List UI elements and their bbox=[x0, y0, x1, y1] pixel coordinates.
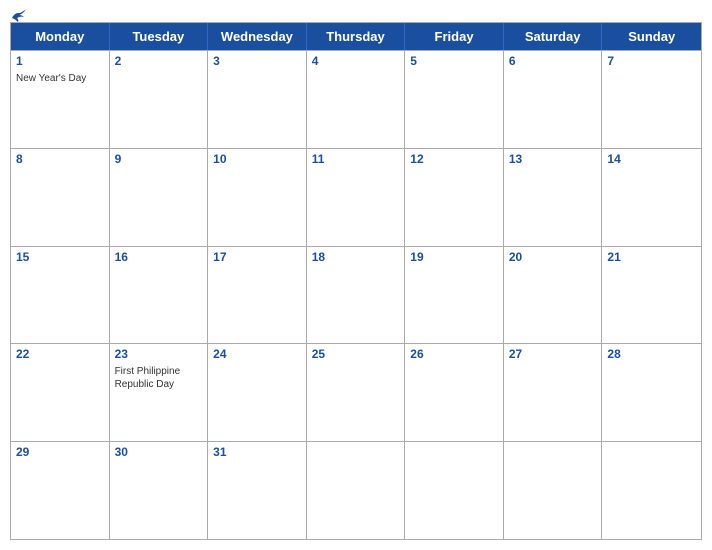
day-cell: 25 bbox=[307, 344, 406, 441]
day-header-thursday: Thursday bbox=[307, 23, 406, 50]
day-cell: 6 bbox=[504, 51, 603, 148]
day-cell bbox=[504, 442, 603, 539]
logo bbox=[10, 8, 30, 24]
week-row-2: 89 10 11 12 13 14 bbox=[11, 148, 701, 246]
day-headers-row: MondayTuesdayWednesdayThursdayFridaySatu… bbox=[11, 23, 701, 50]
day-cell: 23 First Philippine Republic Day bbox=[110, 344, 209, 441]
day-cell: 8 bbox=[11, 149, 110, 246]
day-cell: 5 bbox=[405, 51, 504, 148]
day-number: 29 bbox=[16, 445, 104, 461]
day-number: 9 bbox=[115, 152, 203, 168]
day-cell: 13 bbox=[504, 149, 603, 246]
week-row-3: 15 16 17 18 19 20 21 bbox=[11, 246, 701, 344]
day-cell: 12 bbox=[405, 149, 504, 246]
day-number: 19 bbox=[410, 250, 498, 266]
day-cell: 14 bbox=[602, 149, 701, 246]
day-number: 8 bbox=[16, 152, 104, 168]
week-row-4: 22 23 First Philippine Republic Day 24 25 26 2… bbox=[11, 343, 701, 441]
day-number: 1 bbox=[16, 54, 104, 70]
day-cell bbox=[307, 442, 406, 539]
day-cell bbox=[405, 442, 504, 539]
day-number: 30 bbox=[115, 445, 203, 461]
calendar-grid: MondayTuesdayWednesdayThursdayFridaySatu… bbox=[10, 22, 702, 540]
day-number: 16 bbox=[115, 250, 203, 266]
day-header-friday: Friday bbox=[405, 23, 504, 50]
day-number: 28 bbox=[607, 347, 696, 363]
day-number: 10 bbox=[213, 152, 301, 168]
day-number: 21 bbox=[607, 250, 696, 266]
day-cell: 9 bbox=[110, 149, 209, 246]
day-cell: 31 bbox=[208, 442, 307, 539]
day-cell: 27 bbox=[504, 344, 603, 441]
day-cell: 20 bbox=[504, 247, 603, 344]
day-number: 25 bbox=[312, 347, 400, 363]
day-cell: 7 bbox=[602, 51, 701, 148]
day-event: New Year's Day bbox=[16, 72, 104, 85]
day-cell: 30 bbox=[110, 442, 209, 539]
calendar-wrapper: MondayTuesdayWednesdayThursdayFridaySatu… bbox=[0, 0, 712, 550]
day-number: 4 bbox=[312, 54, 400, 70]
day-cell: 16 bbox=[110, 247, 209, 344]
day-cell: 4 bbox=[307, 51, 406, 148]
day-number: 3 bbox=[213, 54, 301, 70]
day-cell: 28 bbox=[602, 344, 701, 441]
logo-blue-container bbox=[10, 8, 30, 24]
day-number: 2 bbox=[115, 54, 203, 70]
day-cell: 2 bbox=[110, 51, 209, 148]
day-number: 26 bbox=[410, 347, 498, 363]
day-header-wednesday: Wednesday bbox=[208, 23, 307, 50]
day-header-sunday: Sunday bbox=[602, 23, 701, 50]
day-cell: 29 bbox=[11, 442, 110, 539]
week-row-5: 29 30 31 bbox=[11, 441, 701, 539]
day-number: 27 bbox=[509, 347, 597, 363]
day-number: 5 bbox=[410, 54, 498, 70]
day-number: 12 bbox=[410, 152, 498, 168]
day-number: 23 bbox=[115, 347, 203, 363]
day-cell: 19 bbox=[405, 247, 504, 344]
day-cell: 21 bbox=[602, 247, 701, 344]
day-number: 11 bbox=[312, 152, 400, 168]
day-number: 24 bbox=[213, 347, 301, 363]
day-cell: 10 bbox=[208, 149, 307, 246]
day-header-saturday: Saturday bbox=[504, 23, 603, 50]
day-number: 22 bbox=[16, 347, 104, 363]
day-cell: 15 bbox=[11, 247, 110, 344]
day-cell: 3 bbox=[208, 51, 307, 148]
day-cell: 26 bbox=[405, 344, 504, 441]
logo-bird-icon bbox=[10, 8, 28, 24]
day-cell: 17 bbox=[208, 247, 307, 344]
weeks-container: 1New Year's Day2345678910111213141516171… bbox=[11, 50, 701, 539]
day-number: 20 bbox=[509, 250, 597, 266]
day-cell: 18 bbox=[307, 247, 406, 344]
day-number: 15 bbox=[16, 250, 104, 266]
day-number: 31 bbox=[213, 445, 301, 461]
day-number: 17 bbox=[213, 250, 301, 266]
day-number: 7 bbox=[607, 54, 696, 70]
day-number: 14 bbox=[607, 152, 696, 168]
calendar-header bbox=[10, 8, 702, 16]
day-number: 13 bbox=[509, 152, 597, 168]
day-number: 18 bbox=[312, 250, 400, 266]
day-header-monday: Monday bbox=[11, 23, 110, 50]
day-number: 6 bbox=[509, 54, 597, 70]
day-cell bbox=[602, 442, 701, 539]
day-header-tuesday: Tuesday bbox=[110, 23, 209, 50]
day-cell: 22 bbox=[11, 344, 110, 441]
day-cell: 24 bbox=[208, 344, 307, 441]
day-cell: 11 bbox=[307, 149, 406, 246]
week-row-1: 1 New Year's Day 234567 bbox=[11, 50, 701, 148]
day-cell: 1 New Year's Day bbox=[11, 51, 110, 148]
day-event: First Philippine Republic Day bbox=[115, 365, 203, 391]
